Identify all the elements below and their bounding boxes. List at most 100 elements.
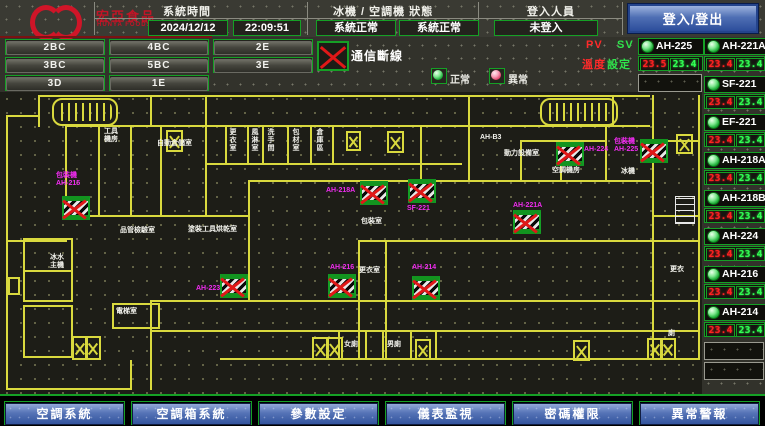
room-label: 塗裝工具烘乾室 [188, 226, 246, 234]
floor-button-2E[interactable]: 2E [213, 39, 313, 55]
unit-name: AH-221A [722, 40, 765, 52]
unit-status-led [707, 192, 720, 205]
equipment-offline-icon[interactable] [220, 274, 248, 298]
sv-value: 23.4 [670, 58, 699, 71]
unit-AH-218A[interactable]: AH-218A [704, 152, 765, 169]
room-outline [23, 305, 73, 358]
legend-normal-label: 正常 [450, 71, 470, 86]
room-label: 更衣室 [359, 267, 380, 275]
wall-segment [652, 330, 700, 332]
wall-segment [358, 240, 387, 242]
unit-name: AH-218B [722, 192, 765, 204]
unit-AH-221A[interactable]: AH-221A [704, 38, 765, 55]
bottom-nav-bar: 空調系統空調箱系統參數設定儀表監視密碼權限異常警報 [0, 394, 765, 426]
floor-button-4BC[interactable]: 4BC [109, 39, 209, 55]
equipment-offline-icon[interactable] [62, 196, 90, 220]
wall-segment [150, 330, 655, 332]
unit-name: AH-225 [656, 40, 692, 52]
wall-segment [150, 95, 152, 127]
unit-name: AH-214 [722, 306, 758, 318]
equipment-offline-icon[interactable] [513, 210, 541, 234]
login-user-value: 未登入 [494, 20, 598, 36]
room-label: 電梯室 [116, 308, 137, 316]
equipment-offline-icon[interactable] [556, 142, 584, 166]
floor-button-2BC[interactable]: 2BC [5, 39, 105, 55]
wall-segment [310, 125, 312, 165]
legend-abnormal-led [489, 68, 505, 84]
wall-segment [382, 330, 384, 360]
unit-status-led [707, 268, 720, 281]
unit-AH-225[interactable]: AH-225 [638, 38, 704, 55]
floor-button-3BC[interactable]: 3BC [5, 57, 105, 73]
unit-values-AH-221A: 23.423.4 [704, 56, 765, 71]
wall-segment [435, 330, 437, 360]
wall-segment [468, 95, 470, 182]
topbar-divider [0, 36, 212, 38]
room-outline [112, 303, 160, 329]
unit-AH-218B[interactable]: AH-218B [704, 190, 765, 207]
unit-AH-216[interactable]: AH-216 [704, 266, 765, 283]
unit-values-EF-221: 23.423.4 [704, 132, 765, 147]
login-logout-button[interactable]: 登入/登出 [628, 4, 758, 33]
nav-button-6[interactable]: 異常警報 [639, 401, 760, 425]
pv-value: 23.4 [706, 210, 735, 223]
sv-value: 23.4 [736, 134, 765, 147]
wall-segment [6, 115, 8, 390]
room-label: 更衣 [670, 266, 684, 274]
unit-status-led [707, 230, 720, 243]
unit-values-AH-214: 23.423.4 [704, 322, 765, 337]
unit-name: AH-218A [722, 154, 765, 166]
unit-name: AH-224 [722, 230, 758, 242]
wall-segment [652, 95, 654, 360]
equipment-offline-icon[interactable] [360, 181, 388, 205]
equipment-offline-icon[interactable] [412, 276, 440, 300]
room-label: 冰水 主機 [50, 254, 64, 270]
wall-segment [65, 215, 250, 217]
room-label: 動力設備室 [504, 150, 539, 158]
system-date-value: 2024/12/12 [148, 20, 228, 36]
equipment-tag-label: AH-214 [412, 264, 436, 272]
unit-EF-221[interactable]: EF-221 [704, 114, 765, 131]
equipment-offline-icon[interactable] [328, 274, 356, 298]
top-bar: 宏亞食品 HUNYA FOODS 系統時間 2024/12/12 22:09:5… [0, 0, 765, 37]
setpoint-label: 設定 [607, 56, 631, 72]
stairs-icon [52, 98, 118, 126]
room-label: 倉庫區 [315, 128, 324, 152]
floor-button-1E[interactable]: 1E [109, 75, 209, 91]
nav-button-5[interactable]: 密碼權限 [512, 401, 633, 425]
equipment-tag-label: AH-216 [330, 264, 354, 272]
company-name-en: HUNYA FOODS [97, 22, 152, 28]
nav-button-3[interactable]: 參數設定 [258, 401, 379, 425]
wall-segment [652, 300, 700, 302]
equipment-offline-icon[interactable] [408, 179, 436, 203]
wall-segment [287, 125, 289, 165]
room-label: 風淋室 [250, 128, 259, 152]
wall-segment [332, 125, 334, 165]
room-outline [23, 238, 73, 302]
equipment-offline-icon[interactable] [640, 139, 668, 163]
unit-name: EF-221 [722, 116, 756, 128]
company-logo-icon [30, 4, 88, 33]
unit-SF-221[interactable]: SF-221 [704, 76, 765, 93]
unit-AH-214[interactable]: AH-214 [704, 304, 765, 321]
floor-button-5BC[interactable]: 5BC [109, 57, 209, 73]
empty-unit-slot [638, 74, 702, 92]
unit-AH-224[interactable]: AH-224 [704, 228, 765, 245]
system-time-label: 系統時間 [163, 3, 211, 19]
room-label: 男廁 [387, 341, 401, 349]
unit-values-AH-224: 23.423.4 [704, 246, 765, 261]
nav-button-2[interactable]: 空調箱系統 [131, 401, 252, 425]
shaft-x-icon [326, 337, 343, 360]
wall-segment [420, 125, 422, 182]
floor-button-3E[interactable]: 3E [213, 57, 313, 73]
wall-segment [248, 180, 650, 182]
unit-values-AH-218B: 23.423.4 [704, 208, 765, 223]
unit-status-led [707, 40, 720, 53]
sv-header-label: SV [617, 39, 634, 51]
wall-segment [98, 125, 100, 217]
shaft-x-icon [387, 131, 404, 153]
nav-button-4[interactable]: 儀表監視 [385, 401, 506, 425]
floor-button-3D[interactable]: 3D [5, 75, 105, 91]
nav-button-1[interactable]: 空調系統 [4, 401, 125, 425]
wall-segment [6, 388, 132, 390]
